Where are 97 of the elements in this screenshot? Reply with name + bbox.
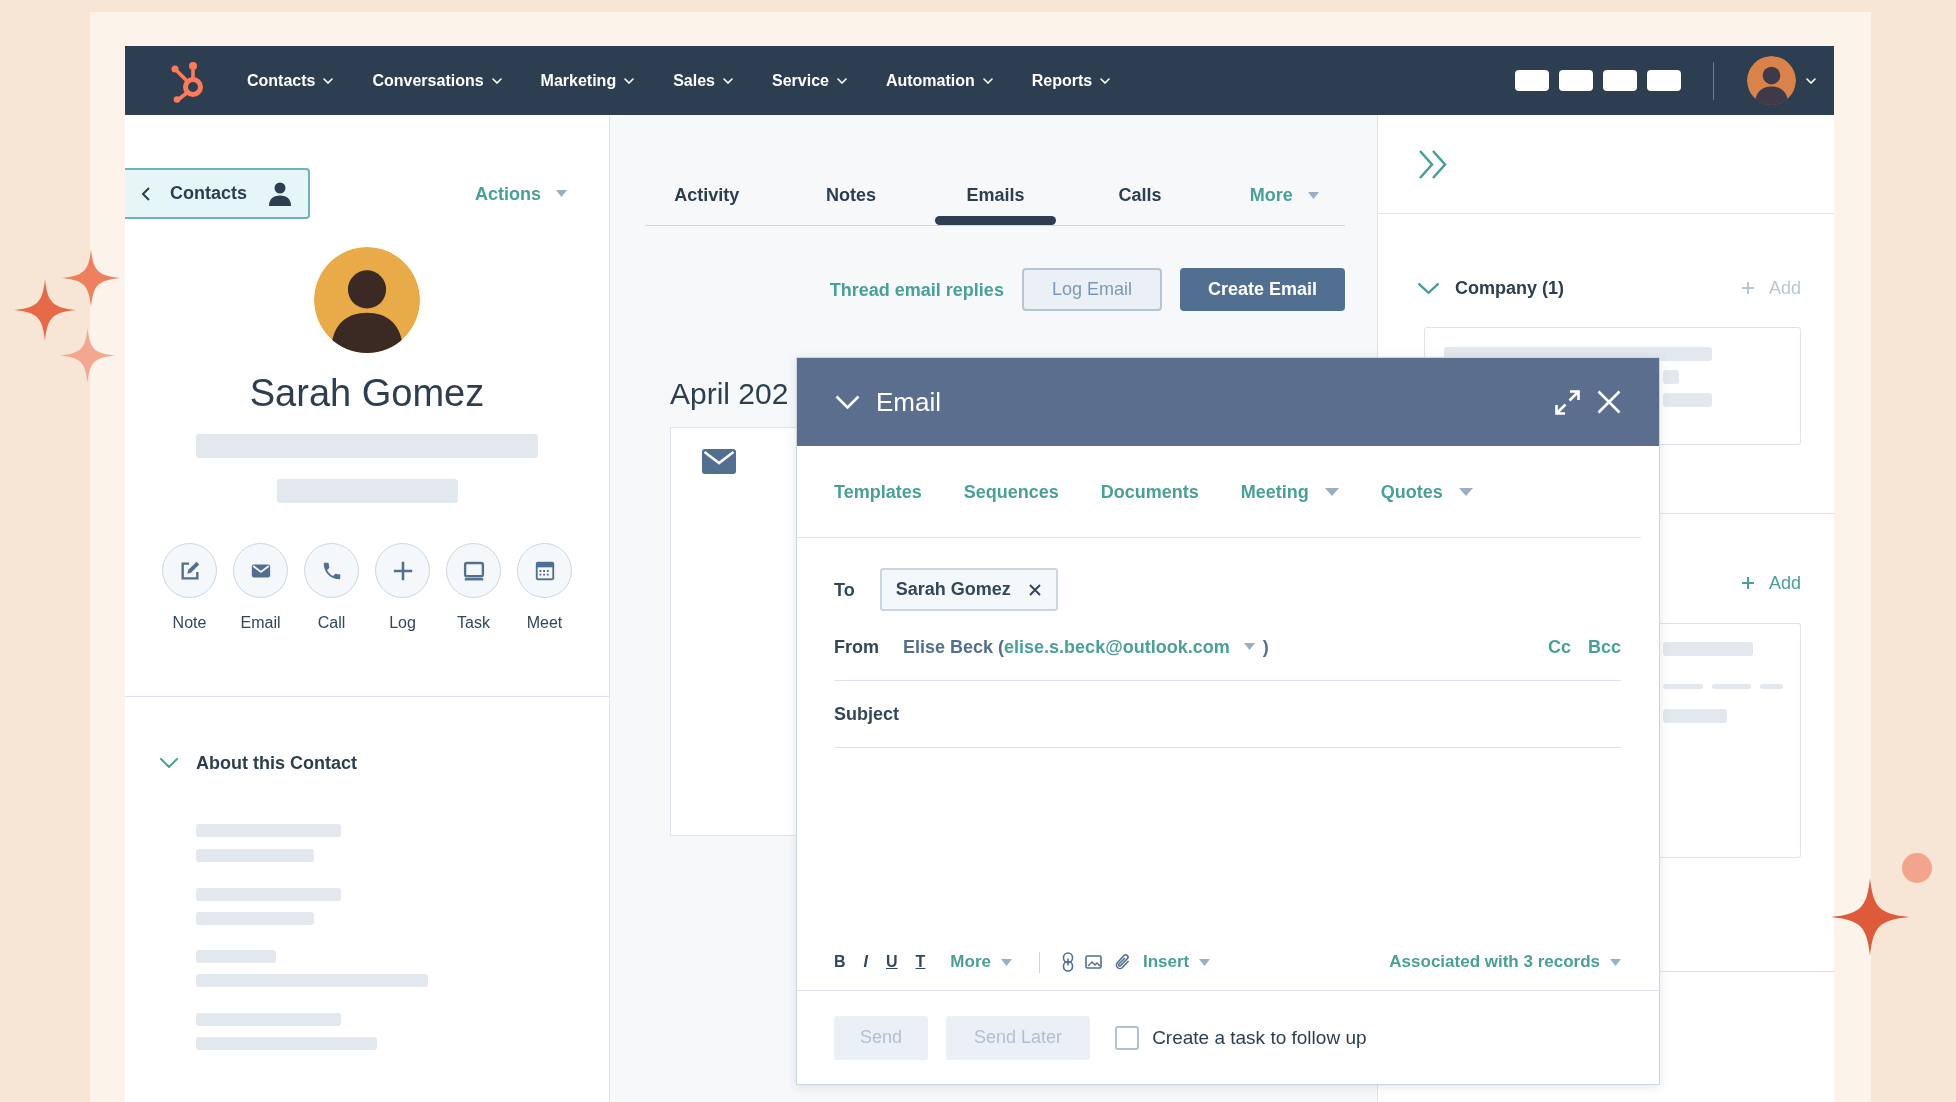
quick-action-label: Log <box>389 613 416 633</box>
note-icon <box>178 559 201 582</box>
tab[interactable]: Emails <box>934 170 1057 225</box>
add-button[interactable]: Add <box>1740 572 1801 594</box>
section-title: About this Contact <box>196 752 357 775</box>
italic-button[interactable]: I <box>863 952 868 972</box>
chevron-down-icon <box>723 77 733 84</box>
underline-button[interactable]: U <box>886 952 898 972</box>
nav-menu-item[interactable]: Marketing <box>540 70 635 91</box>
placeholder-bar <box>1663 370 1679 384</box>
quick-action-label: Call <box>317 613 346 633</box>
composer-tool-link[interactable]: Templates <box>834 480 922 503</box>
to-label: To <box>834 578 855 601</box>
expand-icon[interactable] <box>1555 389 1580 415</box>
user-avatar-placeholder <box>1747 56 1796 105</box>
chevron-down-icon <box>323 77 334 84</box>
back-button[interactable]: Contacts <box>125 168 310 219</box>
contact-name: Sarah Gomez <box>249 371 485 415</box>
associations-dropdown[interactable]: Associated with 3 records <box>1389 952 1621 972</box>
caret-icon <box>1199 958 1211 966</box>
thread-replies-link[interactable]: Thread email replies <box>829 278 1004 301</box>
placeholder-bar <box>1663 393 1712 407</box>
placeholder-bar <box>1712 684 1751 689</box>
blank-tile-icon[interactable] <box>1647 70 1681 91</box>
close-icon[interactable] <box>1597 390 1621 414</box>
from-label: From <box>834 635 879 658</box>
chevron-down-icon <box>982 77 993 84</box>
composer-tool-link[interactable]: Documents <box>1100 480 1199 503</box>
caret-icon <box>1324 487 1339 496</box>
clear-format-button[interactable]: T <box>915 952 926 972</box>
chevron-down-icon <box>491 77 502 84</box>
remove-icon[interactable] <box>1028 583 1041 596</box>
quick-action-label: Meet <box>526 613 563 633</box>
primary-button[interactable]: Create Email <box>1179 268 1345 311</box>
placeholder-bar <box>1663 709 1727 723</box>
blank-tile-icon[interactable] <box>1603 70 1637 91</box>
composer-tool-link[interactable]: Meeting <box>1240 480 1339 503</box>
composer-title: Email <box>876 387 941 417</box>
link-icon[interactable] <box>1062 952 1074 972</box>
blank-tile-icon[interactable] <box>1515 70 1549 91</box>
tab[interactable]: Activity <box>646 170 768 225</box>
chevron-down-icon <box>1806 77 1816 84</box>
plus-icon <box>1740 281 1755 295</box>
tab[interactable]: More <box>1223 170 1346 225</box>
quick-action-label: Note <box>172 613 207 633</box>
image-icon[interactable] <box>1085 955 1102 969</box>
caret-icon <box>1610 958 1621 966</box>
nav-menu-item[interactable]: Reports <box>1031 70 1111 91</box>
tab[interactable]: Calls <box>1079 170 1201 225</box>
caret-icon <box>1243 643 1255 650</box>
actions-dropdown[interactable]: Actions <box>475 182 567 205</box>
tab[interactable]: Notes <box>790 170 912 225</box>
month-heading: April 202 <box>670 376 789 412</box>
calendar-icon <box>533 559 556 582</box>
chevron-down-icon <box>624 77 635 84</box>
more-dropdown[interactable]: More <box>950 952 1012 972</box>
nav-menu-item[interactable]: Automation <box>885 70 993 91</box>
section-title: Company (1) <box>1455 277 1564 300</box>
caret-icon <box>1458 487 1473 496</box>
envelope-icon <box>702 449 736 474</box>
nav-menu-item[interactable]: Conversations <box>372 70 502 91</box>
quick-action-label: Task <box>457 613 490 633</box>
dot-icon <box>1902 853 1932 883</box>
follow-up-label: Create a task to follow up <box>1152 1026 1367 1049</box>
caret-icon <box>556 190 567 197</box>
sparkle-icon <box>59 327 115 383</box>
subject-label: Subject <box>834 703 899 725</box>
placeholder-bar <box>1760 684 1783 689</box>
composer-tool-link[interactable]: Quotes <box>1380 480 1473 503</box>
composer-tool-link[interactable]: Sequences <box>963 480 1059 503</box>
caret-icon <box>1307 192 1319 199</box>
checkbox[interactable] <box>1115 1025 1140 1050</box>
plus-icon <box>1740 576 1755 590</box>
subject-field[interactable]: Subject <box>834 681 1621 748</box>
blank-tile-icon[interactable] <box>1559 70 1593 91</box>
nav-menu-item[interactable]: Service <box>772 70 847 91</box>
chevron-down-icon[interactable] <box>160 758 178 768</box>
placeholder-bar <box>1663 684 1703 689</box>
caret-icon <box>1001 958 1012 966</box>
chevron-down-icon <box>836 77 847 84</box>
chevron-left-icon <box>142 186 150 201</box>
bold-button[interactable]: B <box>834 952 846 972</box>
double-chevron-icon[interactable] <box>1418 148 1448 180</box>
chevron-down-icon[interactable] <box>1418 282 1439 294</box>
insert-dropdown[interactable]: Insert <box>1143 952 1211 972</box>
recipient-chip[interactable]: Sarah Gomez <box>879 568 1058 611</box>
sender-select[interactable]: Elise Beck (elise.s.beck@outlook.com ) <box>903 635 1269 658</box>
paperclip-icon[interactable] <box>1115 953 1131 971</box>
quick-action-label: Email <box>240 613 281 633</box>
chevron-down-icon <box>1100 77 1111 84</box>
person-icon <box>269 181 291 206</box>
nav-menu-item[interactable]: Contacts <box>247 70 334 91</box>
cc-link[interactable]: Cc <box>1547 635 1571 658</box>
nav-menu-item[interactable]: Sales <box>673 70 733 91</box>
plus-icon <box>391 559 414 582</box>
screen-icon <box>462 559 485 582</box>
bcc-link[interactable]: Bcc <box>1587 635 1621 658</box>
